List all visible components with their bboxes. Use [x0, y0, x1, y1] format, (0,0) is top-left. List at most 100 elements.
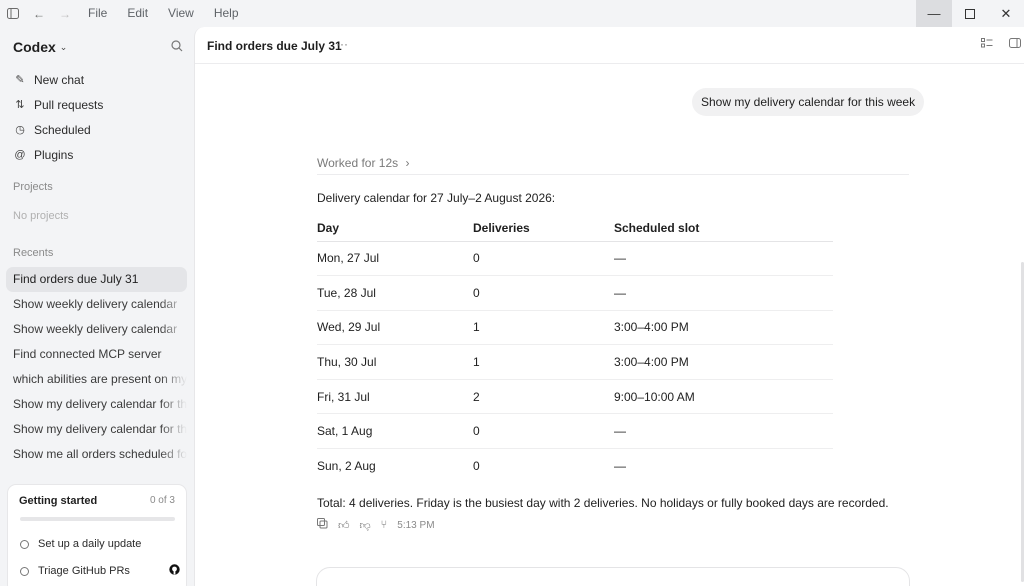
brand-row: Codex ⌄	[13, 38, 183, 56]
getting-started-header: Getting started 0 of 3	[19, 495, 175, 507]
table-cell: 0	[473, 459, 480, 474]
unchecked-circle-icon[interactable]	[20, 566, 29, 576]
maximize-button[interactable]	[952, 0, 988, 27]
recent-thread-item[interactable]: Show my delivery calendar for thi	[6, 417, 187, 442]
worked-for-toggle[interactable]: Worked for 12s ›	[317, 156, 410, 170]
recents-heading: Recents	[13, 247, 54, 259]
sidebar-item-pull-requests[interactable]: ⇅ Pull requests	[12, 92, 184, 117]
table-header-row: Day Deliveries Scheduled slot	[317, 215, 833, 242]
thread-title: Find orders due July 31	[207, 39, 342, 53]
table-cell: Wed, 29 Jul	[317, 310, 473, 346]
table-cell: 2	[473, 379, 614, 415]
recent-thread-item[interactable]: Show weekly delivery calendar	[6, 317, 187, 342]
recents-list: Find orders due July 31 Show weekly deli…	[6, 267, 187, 467]
table-row: Wed, 29 Jul 1 3:00–4:00 PM	[317, 310, 833, 346]
task-triage-prs[interactable]: Triage GitHub PRs	[20, 564, 180, 578]
task-list-icon[interactable]	[981, 38, 993, 51]
sidebar-toggle-icon[interactable]	[0, 0, 26, 27]
table-cell: —	[614, 275, 833, 311]
table-row: Fri, 31 Jul 2 9:00–10:00 AM	[317, 379, 833, 415]
recent-thread-item[interactable]: Show my delivery calendar for thi	[6, 392, 187, 417]
message-timestamp: 5:13 PM	[397, 519, 435, 531]
table-cell: Thu, 30 Jul	[317, 344, 473, 380]
sidebar-item-plugins[interactable]: @ Plugins	[12, 142, 184, 167]
menu-edit[interactable]: Edit	[117, 0, 158, 27]
plugin-icon: @	[14, 148, 26, 161]
menu-view[interactable]: View	[158, 0, 204, 27]
side-panel-icon[interactable]	[1009, 38, 1021, 51]
recent-thread-item[interactable]: Show me all orders scheduled for	[6, 442, 187, 467]
task-daily-update[interactable]: Set up a daily update	[20, 538, 180, 550]
main-panel: Find orders due July 31 ··· Show my deli…	[194, 27, 1024, 586]
recent-thread-item[interactable]: Find orders due July 31	[6, 267, 187, 292]
sidebar-item-label: Pull requests	[34, 97, 104, 112]
table-cell: 0	[473, 241, 614, 277]
search-icon[interactable]	[171, 39, 183, 55]
table-row: Mon, 27 Jul 0 —	[317, 241, 833, 277]
edit-icon: ✎	[15, 74, 25, 86]
chevron-right-icon: ›	[405, 156, 410, 170]
table-cell: Fri, 31 Jul	[317, 379, 473, 415]
message-composer[interactable]	[316, 567, 910, 586]
brand-name: Codex	[13, 39, 56, 55]
column-header: Scheduled slot	[614, 215, 833, 242]
chevron-down-icon: ⌄	[59, 41, 68, 52]
divider	[317, 174, 909, 175]
table-cell: 1	[473, 310, 614, 346]
message-actions: 👍︎ 👎︎ ⑂ 5:13 PM	[317, 518, 435, 532]
thread-header: Find orders due July 31 ···	[195, 27, 1024, 64]
table-row: Tue, 28 Jul 0 —	[317, 275, 833, 311]
table-cell: 0	[473, 275, 614, 311]
table-cell: 3:00–4:00 PM	[614, 344, 833, 380]
response-summary: Total: 4 deliveries. Friday is the busie…	[317, 496, 889, 510]
minimize-button[interactable]: —	[916, 0, 952, 27]
branch-icon[interactable]: ⑂	[381, 519, 388, 531]
thumbs-down-icon[interactable]: 👎︎	[360, 519, 371, 532]
table-cell: —	[614, 241, 833, 277]
close-button[interactable]: ✕	[988, 0, 1024, 27]
sidebar: Codex ⌄ ✎ New chat ⇅ Pull requests ◷ Sch…	[0, 27, 194, 586]
recent-thread-item[interactable]: Find connected MCP server	[6, 342, 187, 367]
table-cell: 9:00–10:00 AM	[614, 379, 833, 415]
column-header: Deliveries	[473, 215, 614, 242]
table-cell: —	[614, 459, 626, 474]
projects-empty-text: No projects	[13, 210, 69, 222]
column-header: Day	[317, 215, 473, 242]
table-row: Sun, 2 Aug 0 —	[317, 449, 833, 484]
menu-file[interactable]: File	[78, 0, 117, 27]
projects-heading: Projects	[13, 181, 53, 193]
getting-started-count: 0 of 3	[149, 495, 175, 506]
table-cell: Sun, 2 Aug	[317, 459, 376, 474]
sidebar-item-new-chat[interactable]: ✎ New chat	[12, 67, 184, 92]
title-bar: ← → File Edit View Help — ✕	[0, 0, 1024, 27]
table-row: Sat, 1 Aug 0 —	[317, 413, 833, 450]
window-controls: — ✕	[916, 0, 1024, 27]
table-cell: 0	[473, 413, 614, 450]
unchecked-circle-icon[interactable]	[20, 539, 29, 549]
task-label: Triage GitHub PRs	[38, 565, 130, 577]
thumbs-up-icon[interactable]: 👍︎	[338, 519, 350, 532]
forward-arrow-icon[interactable]: →	[52, 0, 78, 27]
sidebar-item-scheduled[interactable]: ◷ Scheduled	[12, 117, 184, 142]
workspace-switcher[interactable]: Codex ⌄	[13, 39, 67, 55]
getting-started-card: Getting started 0 of 3 Set up a daily up…	[7, 484, 187, 586]
task-label: Set up a daily update	[38, 538, 142, 550]
more-options-icon[interactable]: ···	[336, 37, 348, 51]
table-cell: Mon, 27 Jul	[317, 241, 473, 277]
github-icon	[169, 564, 180, 578]
table-row: Thu, 30 Jul 1 3:00–4:00 PM	[317, 344, 833, 380]
copy-icon[interactable]	[317, 518, 328, 532]
recent-thread-item[interactable]: Show weekly delivery calendar	[6, 292, 187, 317]
table-cell: Tue, 28 Jul	[317, 275, 473, 311]
getting-started-progress	[20, 517, 175, 521]
clock-icon: ◷	[15, 124, 25, 136]
recent-thread-item[interactable]: which abilities are present on my	[6, 367, 187, 392]
sidebar-item-label: New chat	[34, 72, 85, 87]
pull-request-icon: ⇅	[15, 99, 25, 111]
table-cell: 1	[473, 344, 614, 380]
table-cell: —	[614, 413, 833, 450]
back-arrow-icon[interactable]: ←	[26, 0, 52, 27]
sidebar-nav: ✎ New chat ⇅ Pull requests ◷ Scheduled @…	[12, 67, 184, 167]
menu-help[interactable]: Help	[204, 0, 249, 27]
sidebar-item-label: Scheduled	[34, 122, 91, 137]
